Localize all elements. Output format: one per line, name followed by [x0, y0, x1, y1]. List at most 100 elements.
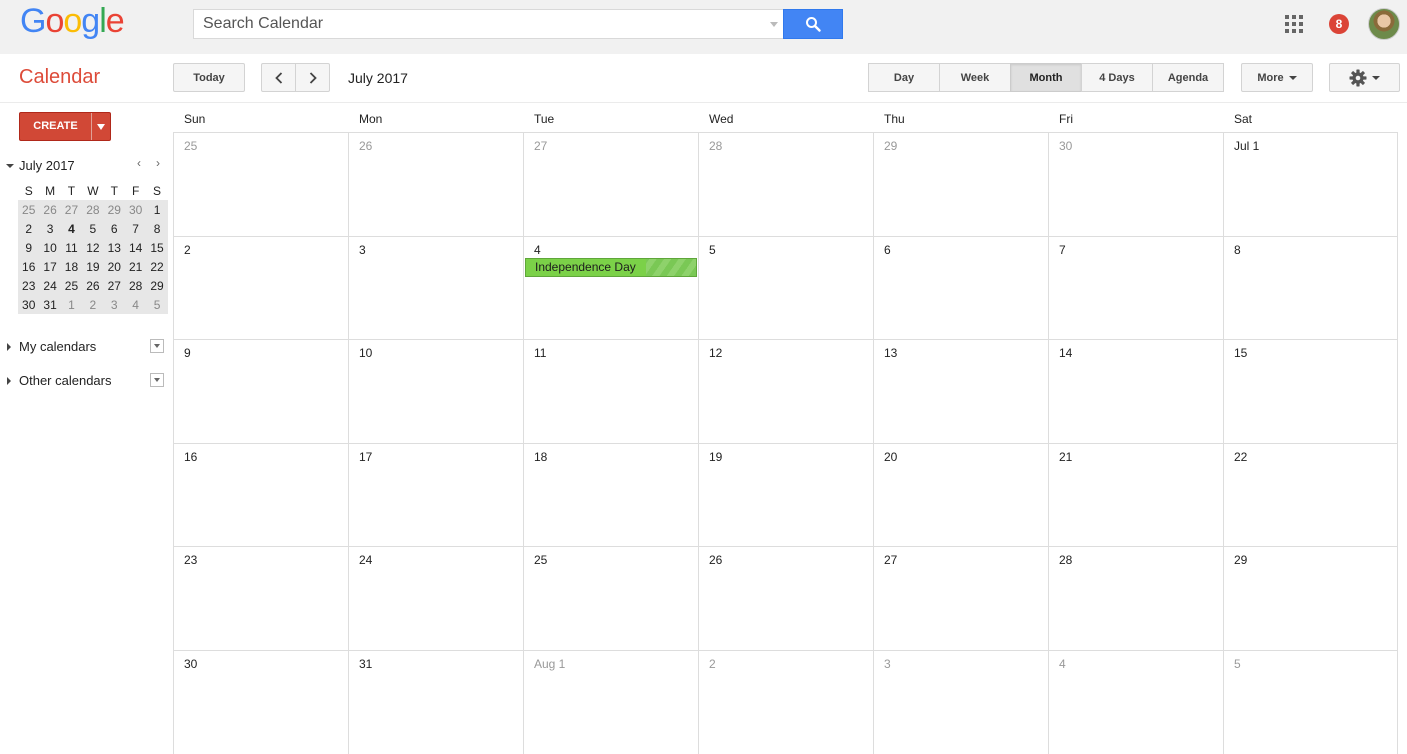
day-number[interactable]: 4 [534, 243, 541, 257]
my-calendars-menu-icon[interactable] [150, 339, 164, 353]
mini-calendar-day[interactable]: 30 [18, 295, 40, 314]
mini-calendar-day[interactable]: 29 [146, 276, 168, 295]
mini-calendar-day[interactable]: 1 [146, 200, 168, 219]
notifications-badge[interactable]: 8 [1329, 14, 1349, 34]
day-cell[interactable]: 17 [348, 443, 523, 547]
my-calendars-section[interactable]: My calendars [4, 338, 166, 356]
day-cell[interactable]: 18 [523, 443, 698, 547]
day-cell[interactable]: 2 [698, 650, 873, 754]
day-cell[interactable]: 4 [1048, 650, 1223, 754]
mini-calendar-day[interactable]: 27 [103, 276, 125, 295]
day-number[interactable]: 21 [1059, 450, 1072, 464]
mini-calendar-day[interactable]: 29 [103, 200, 125, 219]
day-number[interactable]: 2 [184, 243, 191, 257]
day-number[interactable]: 3 [884, 657, 891, 671]
day-cell[interactable]: 6 [873, 236, 1048, 340]
mini-calendar-day[interactable]: 3 [39, 219, 61, 238]
mini-calendar-day[interactable]: 2 [18, 219, 40, 238]
day-cell[interactable]: 27 [523, 132, 698, 236]
day-cell[interactable]: 15 [1223, 339, 1398, 443]
day-cell[interactable]: 4 Independence Day [523, 236, 698, 340]
mini-calendar-day[interactable]: 13 [103, 238, 125, 257]
search-input[interactable] [194, 10, 764, 38]
mini-calendar-day[interactable]: 28 [82, 200, 104, 219]
mini-calendar-title[interactable]: July 2017 [19, 158, 75, 173]
other-calendars-menu-icon[interactable] [150, 373, 164, 387]
day-number[interactable]: 28 [709, 139, 722, 153]
mini-calendar-day[interactable]: 31 [39, 295, 61, 314]
mini-calendar-day[interactable]: 24 [39, 276, 61, 295]
day-cell[interactable]: 5 [1223, 650, 1398, 754]
day-cell[interactable]: 27 [873, 546, 1048, 650]
day-number[interactable]: 14 [1059, 346, 1072, 360]
settings-button[interactable] [1329, 63, 1400, 92]
day-cell[interactable]: 20 [873, 443, 1048, 547]
mini-calendar-day[interactable]: 28 [124, 276, 147, 295]
day-cell[interactable]: 19 [698, 443, 873, 547]
day-number[interactable]: 22 [1234, 450, 1247, 464]
view-day-button[interactable]: Day [868, 63, 940, 92]
day-number[interactable]: 4 [1059, 657, 1066, 671]
day-cell[interactable]: 3 [348, 236, 523, 340]
create-button[interactable]: CREATE [19, 112, 111, 141]
day-number[interactable]: 28 [1059, 553, 1072, 567]
day-number[interactable]: 12 [709, 346, 722, 360]
mini-calendar-day[interactable]: 3 [103, 295, 125, 314]
day-cell[interactable]: 16 [173, 443, 348, 547]
day-cell[interactable]: 24 [348, 546, 523, 650]
day-cell[interactable]: 26 [348, 132, 523, 236]
day-number[interactable]: 3 [359, 243, 366, 257]
day-cell[interactable]: 25 [523, 546, 698, 650]
apps-grid-icon[interactable] [1285, 15, 1303, 33]
day-cell[interactable]: 10 [348, 339, 523, 443]
day-number[interactable]: 23 [184, 553, 197, 567]
day-number[interactable]: 17 [359, 450, 372, 464]
day-cell[interactable]: 2 [173, 236, 348, 340]
previous-period-button[interactable] [261, 63, 296, 92]
search-options-chevron-icon[interactable] [770, 22, 778, 27]
day-number[interactable]: 8 [1234, 243, 1241, 257]
day-cell[interactable]: 21 [1048, 443, 1223, 547]
next-period-button[interactable] [295, 63, 330, 92]
day-cell[interactable]: 13 [873, 339, 1048, 443]
day-number[interactable]: 24 [359, 553, 372, 567]
day-cell[interactable]: 5 [698, 236, 873, 340]
day-number[interactable]: 29 [884, 139, 897, 153]
mini-prev-month-icon[interactable]: ‹ [137, 156, 141, 170]
collapse-triangle-icon[interactable] [6, 164, 14, 168]
day-number[interactable]: 25 [534, 553, 547, 567]
other-calendars-section[interactable]: Other calendars [4, 372, 166, 390]
view-4-days-button[interactable]: 4 Days [1081, 63, 1153, 92]
day-number[interactable]: 25 [184, 139, 197, 153]
day-number[interactable]: 26 [709, 553, 722, 567]
day-number[interactable]: 5 [1234, 657, 1241, 671]
mini-calendar-day[interactable]: 26 [39, 200, 61, 219]
day-cell[interactable]: 3 [873, 650, 1048, 754]
avatar[interactable] [1368, 8, 1400, 40]
day-cell[interactable]: 7 [1048, 236, 1223, 340]
day-cell[interactable]: 8 [1223, 236, 1398, 340]
mini-calendar-day[interactable]: 14 [124, 238, 147, 257]
day-cell[interactable]: 29 [873, 132, 1048, 236]
mini-calendar-day[interactable]: 15 [146, 238, 168, 257]
day-number[interactable]: 19 [709, 450, 722, 464]
mini-calendar-day[interactable]: 11 [60, 238, 83, 257]
mini-calendar-day[interactable]: 6 [103, 219, 125, 238]
day-cell[interactable]: 25 [173, 132, 348, 236]
day-cell[interactable]: 11 [523, 339, 698, 443]
day-number[interactable]: 16 [184, 450, 197, 464]
day-number[interactable]: 5 [709, 243, 716, 257]
day-number[interactable]: 30 [1059, 139, 1072, 153]
day-number[interactable]: 11 [534, 346, 546, 360]
day-cell[interactable]: Aug 1 [523, 650, 698, 754]
day-number[interactable]: 15 [1234, 346, 1247, 360]
mini-calendar-day[interactable]: 25 [60, 276, 83, 295]
view-month-button[interactable]: Month [1010, 63, 1082, 92]
day-number[interactable]: 31 [359, 657, 372, 671]
more-button[interactable]: More [1241, 63, 1313, 92]
today-button[interactable]: Today [173, 63, 245, 92]
mini-calendar-day[interactable]: 20 [103, 257, 125, 276]
mini-calendar-day[interactable]: 22 [146, 257, 168, 276]
mini-calendar-day[interactable]: 5 [82, 219, 104, 238]
day-number[interactable]: 27 [884, 553, 897, 567]
